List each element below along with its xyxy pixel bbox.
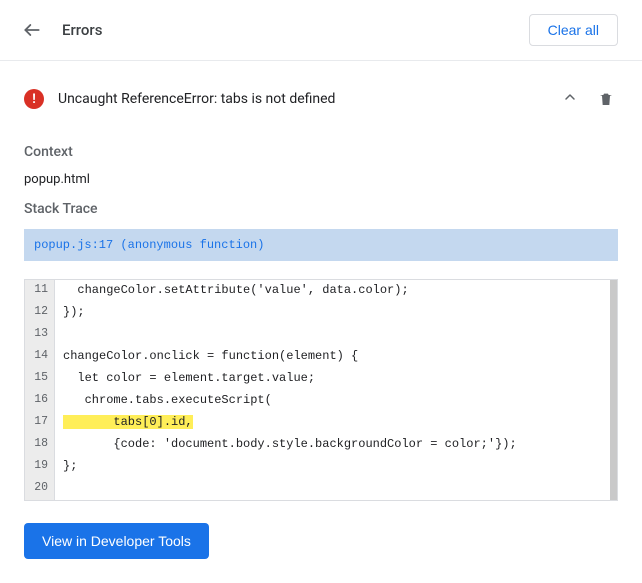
- error-summary-row[interactable]: ! Uncaught ReferenceError: tabs is not d…: [24, 79, 618, 130]
- code-line: 19};: [25, 456, 617, 478]
- code-line: 13: [25, 324, 617, 346]
- gutter-number: 14: [25, 346, 55, 368]
- code-line: 15 let color = element.target.value;: [25, 368, 617, 390]
- code-text: changeColor.onclick = function(element) …: [55, 346, 358, 368]
- gutter-number: 18: [25, 434, 55, 456]
- chevron-up-icon[interactable]: [546, 89, 594, 109]
- code-text: };: [55, 456, 77, 478]
- code-line: 11 changeColor.setAttribute('value', dat…: [25, 280, 617, 302]
- gutter-number: 16: [25, 390, 55, 412]
- context-label: Context: [24, 144, 618, 160]
- code-text: changeColor.setAttribute('value', data.c…: [55, 280, 409, 302]
- code-text: [55, 324, 63, 346]
- back-icon[interactable]: [20, 18, 44, 42]
- gutter-number: 20: [25, 478, 55, 500]
- error-message: Uncaught ReferenceError: tabs is not def…: [58, 91, 335, 107]
- code-text: [55, 478, 63, 500]
- gutter-number: 17: [25, 412, 55, 434]
- stack-trace-label: Stack Trace: [24, 201, 618, 217]
- code-line: 14changeColor.onclick = function(element…: [25, 346, 617, 368]
- code-text: });: [55, 302, 85, 324]
- context-value: popup.html: [24, 172, 618, 187]
- code-text: tabs[0].id,: [55, 412, 193, 434]
- stack-trace-bar[interactable]: popup.js:17 (anonymous function): [24, 229, 618, 261]
- trash-icon[interactable]: [594, 87, 618, 111]
- gutter-number: 11: [25, 280, 55, 302]
- scrollbar[interactable]: [610, 280, 617, 500]
- code-line: 18 {code: 'document.body.style.backgroun…: [25, 434, 617, 456]
- code-text: chrome.tabs.executeScript(: [55, 390, 272, 412]
- code-line: 17 tabs[0].id,: [25, 412, 617, 434]
- view-in-devtools-button[interactable]: View in Developer Tools: [24, 523, 209, 559]
- gutter-number: 15: [25, 368, 55, 390]
- top-header: Errors Clear all: [0, 0, 642, 61]
- code-snippet: 11 changeColor.setAttribute('value', dat…: [24, 279, 618, 501]
- code-line: 20: [25, 478, 617, 500]
- gutter-number: 12: [25, 302, 55, 324]
- code-text: {code: 'document.body.style.backgroundCo…: [55, 434, 517, 456]
- page-title: Errors: [62, 21, 102, 39]
- error-icon: !: [24, 89, 44, 109]
- code-line: 12});: [25, 302, 617, 324]
- trace-function: (anonymous function): [120, 238, 264, 252]
- clear-all-button[interactable]: Clear all: [529, 14, 618, 46]
- code-text: let color = element.target.value;: [55, 368, 315, 390]
- trace-location: popup.js:17: [34, 238, 113, 252]
- gutter-number: 19: [25, 456, 55, 478]
- gutter-number: 13: [25, 324, 55, 346]
- code-line: 16 chrome.tabs.executeScript(: [25, 390, 617, 412]
